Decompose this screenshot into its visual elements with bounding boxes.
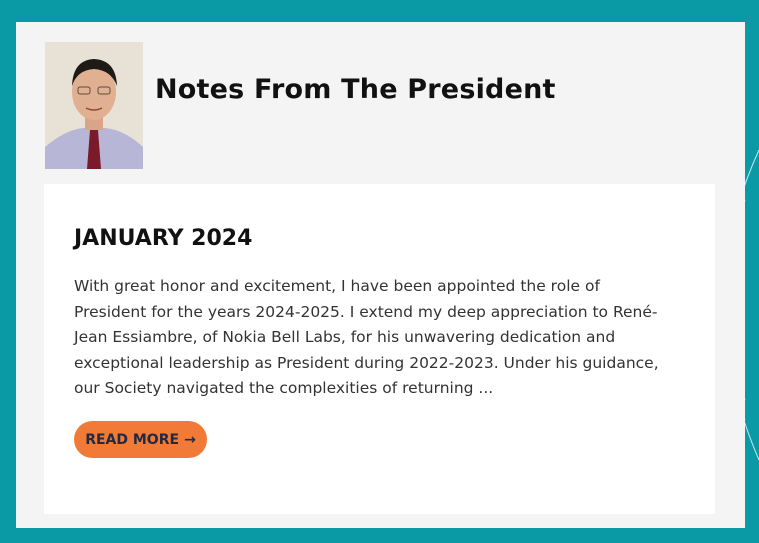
arrow-right-icon: → xyxy=(184,431,196,448)
page-title: Notes From The President xyxy=(155,74,556,105)
president-notes-panel: Notes From The President JANUARY 2024 Wi… xyxy=(16,22,745,528)
president-portrait-image xyxy=(45,42,143,169)
read-more-button[interactable]: READ MORE → xyxy=(74,421,207,458)
article-excerpt: With great honor and excitement, I have … xyxy=(74,277,659,397)
panel-header: Notes From The President xyxy=(45,42,556,169)
read-more-label: READ MORE xyxy=(85,431,180,448)
article-card: JANUARY 2024 With great honor and excite… xyxy=(44,184,715,514)
article-date-heading: JANUARY 2024 xyxy=(74,226,253,251)
